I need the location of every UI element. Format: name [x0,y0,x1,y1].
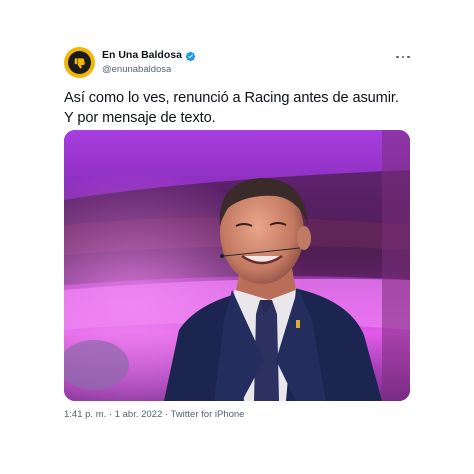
tweet-card: En Una Baldosa @enunabaldosa Así como lo… [64,44,410,434]
tweet-media-image[interactable] [64,130,410,401]
more-options-icon[interactable] [396,52,410,62]
verified-badge-icon [185,50,196,62]
tweet-date[interactable]: 1 abr. 2022 [115,409,163,420]
tweet-text: Así como lo ves, renunció a Racing antes… [64,90,399,126]
avatar[interactable] [64,47,95,78]
display-name-row: En Una Baldosa [102,50,196,62]
meta-separator: · [108,409,113,420]
account-name-block: En Una Baldosa @enunabaldosa [102,50,196,75]
meta-separator: · [164,409,169,420]
tweet-time[interactable]: 1:41 p. m. [64,409,106,420]
tweet-header: En Una Baldosa @enunabaldosa [64,44,410,82]
thumbs-down-logo-icon [68,51,91,74]
tweet-source[interactable]: Twitter for iPhone [171,409,245,420]
display-name[interactable]: En Una Baldosa [102,50,182,61]
account-handle[interactable]: @enunabaldosa [102,65,196,75]
tweet-metadata: 1:41 p. m. · 1 abr. 2022 · Twitter for i… [64,409,244,420]
